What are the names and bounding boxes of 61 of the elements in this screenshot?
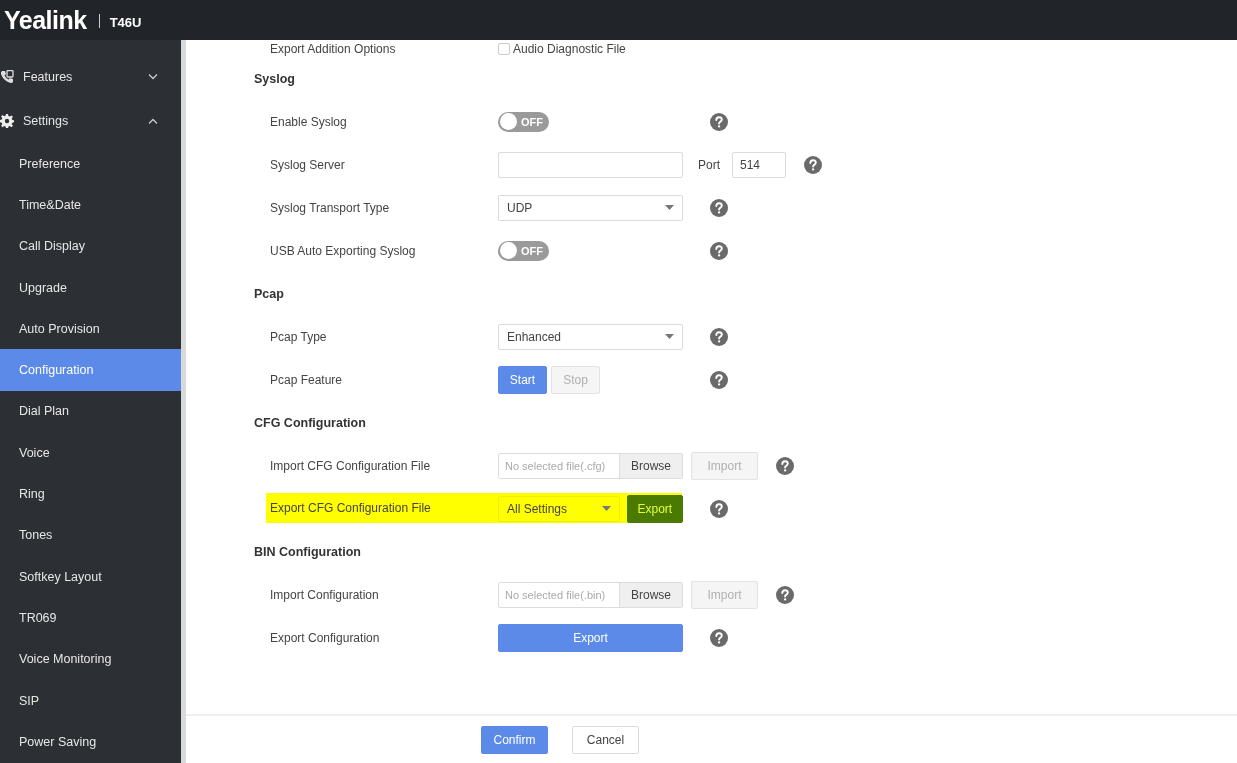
nav-item[interactable]: Auto Provision (0, 308, 181, 350)
file-field[interactable]: No selected file(.bin) Browse (498, 581, 683, 608)
help-icon (776, 585, 794, 604)
section-title: Syslog (254, 70, 296, 88)
field-label: Syslog Server (270, 157, 346, 172)
help-icon (710, 628, 728, 647)
file-field[interactable]: No selected file(.cfg) Browse (498, 452, 683, 479)
model-name: T46U (109, 14, 142, 30)
section-title: BIN Configuration (254, 543, 362, 561)
nav-menu-label: Settings (23, 114, 70, 128)
nav-item[interactable]: Voice (0, 432, 181, 474)
phone-icon (0, 70, 14, 84)
dropdown-caret-icon (665, 205, 674, 210)
checkbox[interactable] (498, 42, 510, 55)
nav-item[interactable]: Dial Plan (0, 390, 181, 433)
help-icon (804, 155, 822, 174)
field-label: Import CFG Configuration File (270, 458, 432, 473)
nav-item[interactable]: SIP (0, 679, 181, 722)
nav-menu-item[interactable]: Settings (0, 99, 181, 143)
cancel-button[interactable]: Cancel (572, 725, 639, 754)
field-label: Port (698, 157, 720, 172)
nav-item[interactable]: TR069 (0, 597, 181, 639)
export-button[interactable]: Export (626, 494, 683, 523)
help-icon (710, 327, 728, 346)
help-icon (710, 112, 728, 131)
nav-item[interactable]: Time&Date (0, 184, 181, 226)
port-field[interactable]: 514 (732, 151, 786, 178)
field-label: Pcap Type (270, 329, 328, 344)
dropdown[interactable]: UDP (498, 194, 683, 221)
dropdown[interactable]: Enhanced (498, 323, 683, 350)
help-icon (710, 241, 728, 260)
scrollbar[interactable] (181, 40, 186, 763)
dropdown-caret-icon (601, 506, 611, 511)
nav-menu-label: Features (23, 70, 74, 84)
field-label: Enable Syslog (270, 114, 348, 129)
field-label: Pcap Feature (270, 372, 344, 387)
nav-menu-item[interactable]: Features (0, 55, 181, 99)
nav-item[interactable]: Softkey Layout (0, 555, 181, 598)
nav-item[interactable]: Ring (0, 473, 181, 515)
help-icon (710, 198, 728, 217)
section-title: Pcap (254, 285, 285, 303)
field-label: Import Configuration (270, 587, 380, 602)
brand-logo: Yealink (4, 5, 87, 35)
help-icon (710, 499, 728, 518)
nav-item[interactable]: Voice Monitoring (0, 638, 181, 680)
field-label: Export Configuration (270, 630, 381, 645)
field-label: Syslog Transport Type (270, 200, 391, 215)
nav-item[interactable]: Preference (0, 143, 181, 185)
nav-item[interactable]: Call Display (0, 225, 181, 267)
field-label: Export Addition Options (270, 41, 397, 56)
nav-item[interactable]: Upgrade (0, 266, 181, 309)
help-icon (776, 456, 794, 475)
nav-item[interactable]: Tones (0, 514, 181, 556)
text-field[interactable] (498, 151, 683, 178)
section-title: CFG Configuration (254, 414, 367, 432)
field-label: USB Auto Exporting Syslog (270, 243, 417, 258)
dropdown-caret-icon (665, 334, 674, 339)
checkbox-label: Audio Diagnostic File (513, 41, 626, 56)
help-icon (710, 370, 728, 389)
dropdown[interactable]: All Settings (498, 495, 620, 522)
nav-item[interactable]: Power Saving (0, 721, 181, 763)
